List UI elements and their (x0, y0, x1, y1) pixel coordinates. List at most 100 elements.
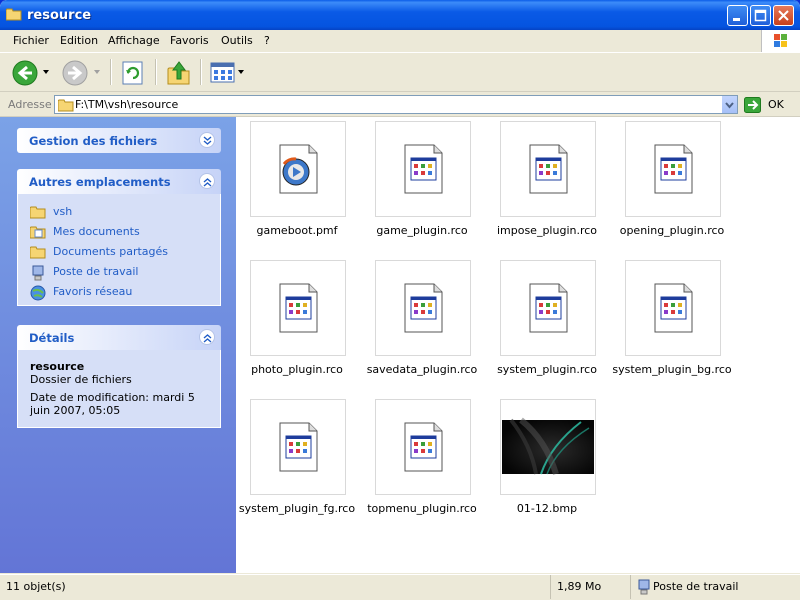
file-thumbnail (500, 121, 596, 217)
status-location: Poste de travail (630, 575, 800, 599)
collapse-icon[interactable] (199, 173, 215, 189)
toolbar (0, 53, 800, 92)
details-header[interactable]: Détails (17, 325, 221, 350)
details-type: Dossier de fichiers (30, 373, 132, 386)
computer-icon (638, 579, 650, 595)
file-thumbnail (375, 399, 471, 495)
network-globe-icon (30, 285, 46, 301)
link-label: Favoris réseau (53, 285, 133, 298)
file-thumbnail (500, 399, 596, 495)
explorer-window: resource Fichier Edition Affichage Favor… (0, 0, 800, 600)
file-name: system_plugin_fg.rco (238, 502, 356, 515)
rco-file-icon (654, 283, 693, 333)
file-name: system_plugin.rco (497, 363, 597, 376)
task-pane: Gestion des fichiers Autres emplacements… (0, 117, 236, 573)
address-path: F:\TM\vsh\resource (75, 98, 179, 111)
maximize-button[interactable] (750, 5, 771, 26)
rco-file-icon (529, 283, 568, 333)
status-bar: 11 objet(s) 1,89 Mo Poste de travail (0, 574, 800, 600)
menu-edition[interactable]: Edition (60, 34, 98, 47)
forward-icon[interactable] (62, 60, 88, 86)
file-name: system_plugin_bg.rco (612, 363, 732, 376)
collapse-icon[interactable] (199, 329, 215, 345)
rco-file-icon (404, 422, 443, 472)
maximize-icon (754, 9, 767, 22)
rco-file-icon (279, 422, 318, 472)
file-tasks-panel: Gestion des fichiers (17, 128, 221, 153)
link-my-documents[interactable]: Mes documents (30, 222, 208, 242)
link-my-computer[interactable]: Poste de travail (30, 262, 208, 282)
toolbar-separator (200, 59, 202, 85)
details-title: Détails (29, 331, 75, 345)
go-arrow-icon[interactable] (744, 97, 762, 113)
status-location-label: Poste de travail (653, 580, 739, 593)
file-thumbnail (625, 121, 721, 217)
menu-affichage[interactable]: Affichage (108, 34, 160, 47)
windows-flag-icon (774, 34, 787, 47)
link-vsh[interactable]: vsh (30, 202, 208, 222)
file-thumbnail (375, 121, 471, 217)
close-button[interactable] (773, 5, 794, 26)
address-field[interactable]: F:\TM\vsh\resource (54, 95, 738, 114)
file-thumbnail (250, 260, 346, 356)
file-name: topmenu_plugin.rco (367, 502, 477, 515)
back-icon[interactable] (12, 60, 38, 86)
image-thumbnail (502, 417, 594, 475)
media-file-icon (279, 144, 318, 194)
menu-outils[interactable]: Outils (221, 34, 253, 47)
file-name: savedata_plugin.rco (366, 363, 478, 376)
file-name: photo_plugin.rco (251, 363, 343, 376)
address-label: Adresse (8, 98, 52, 111)
file-name: 01-12.bmp (516, 502, 578, 515)
close-icon (778, 10, 789, 21)
menu-bar: Fichier Edition Affichage Favoris Outils… (0, 30, 800, 53)
go-button[interactable]: OK (768, 98, 784, 111)
link-shared-documents[interactable]: Documents partagés (30, 242, 208, 262)
details-name: resource (30, 360, 85, 373)
back-dropdown-icon[interactable] (43, 68, 51, 76)
title-bar[interactable]: resource (0, 0, 800, 30)
folder-icon (30, 206, 46, 219)
link-label: vsh (53, 205, 73, 218)
address-dropdown-button[interactable] (721, 96, 737, 113)
views-dropdown-icon[interactable] (238, 68, 246, 76)
rco-file-icon (404, 144, 443, 194)
expand-icon[interactable] (199, 132, 215, 148)
link-network-places[interactable]: Favoris réseau (30, 282, 208, 302)
chevron-down-icon (725, 102, 734, 109)
documents-folder-icon (30, 226, 46, 239)
status-size: 1,89 Mo (550, 575, 630, 599)
menu-favoris[interactable]: Favoris (170, 34, 209, 47)
minimize-icon (733, 18, 740, 21)
folder-icon (6, 8, 22, 21)
file-name: gameboot.pmf (256, 224, 338, 237)
file-thumbnail (625, 260, 721, 356)
file-name: opening_plugin.rco (619, 224, 725, 237)
file-tasks-header[interactable]: Gestion des fichiers (17, 128, 221, 153)
link-label: Documents partagés (53, 245, 168, 258)
link-label: Poste de travail (53, 265, 139, 278)
address-bar: Adresse F:\TM\vsh\resource OK (0, 93, 800, 117)
file-thumbnail (250, 399, 346, 495)
menu-help[interactable]: ? (264, 34, 270, 47)
folder-icon (58, 99, 74, 112)
views-icon[interactable] (210, 62, 236, 84)
shared-folder-icon (30, 246, 46, 259)
menu-fichier[interactable]: Fichier (13, 34, 49, 47)
rco-file-icon (529, 144, 568, 194)
refresh-icon[interactable] (121, 60, 145, 86)
rco-file-icon (654, 144, 693, 194)
minimize-button[interactable] (727, 5, 748, 26)
other-places-title: Autres emplacements (29, 175, 171, 189)
forward-dropdown-icon[interactable] (94, 68, 102, 76)
file-tasks-title: Gestion des fichiers (29, 134, 158, 148)
other-places-header[interactable]: Autres emplacements (17, 169, 221, 194)
other-places-panel: Autres emplacements vsh Mes documents Do… (17, 169, 221, 306)
file-view: gameboot.pmf game_plugin.rco impose_plug… (236, 117, 800, 573)
file-name: impose_plugin.rco (496, 224, 598, 237)
window-title: resource (27, 8, 92, 23)
file-name: game_plugin.rco (376, 224, 468, 237)
folder-up-icon[interactable] (166, 59, 192, 87)
file-thumbnail (250, 121, 346, 217)
toolbar-separator (155, 59, 157, 85)
